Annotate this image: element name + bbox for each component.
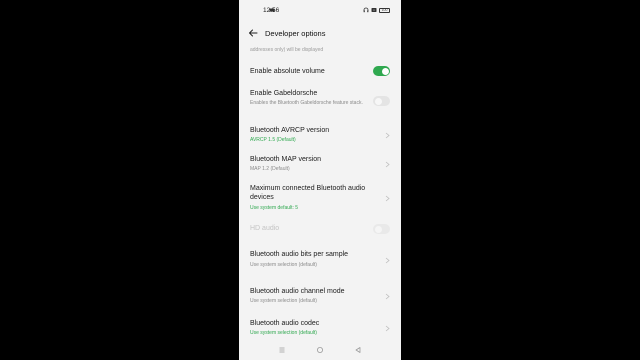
setting-subtitle: MAP 1.2 (Default) [250,166,290,172]
setting-hd-audio: HD audio [239,220,401,240]
app-bar: Developer options [239,22,401,44]
setting-title: Bluetooth MAP version [250,156,322,163]
settings-list[interactable]: ———— ———— ———— ——— ——— addresses only) w… [239,44,401,341]
setting-max-bt-audio-devices[interactable]: Maximum connected Bluetooth audio device… [239,181,401,217]
svg-text:×: × [373,8,375,12]
back-arrow-icon[interactable] [247,27,259,39]
menu-icon[interactable] [277,345,287,355]
chevron-right-icon [385,293,390,300]
setting-subtitle: AVRCP 1.5 (Default) [250,137,296,143]
hd-audio-toggle [373,224,390,234]
setting-map-version[interactable]: Bluetooth MAP version MAP 1.2 (Default) [239,152,401,178]
setting-title: HD audio [250,225,280,232]
clipped-line: addresses only) will be displayed [250,47,324,53]
chevron-right-icon [385,132,390,139]
setting-subtitle: Enables the Bluetooth Gabeldorsche featu… [250,100,363,106]
navigation-bar [239,341,401,360]
setting-subtitle: Use system default: 5 [250,205,299,211]
setting-avrcp-version[interactable]: Bluetooth AVRCP version AVRCP 1.5 (Defau… [239,122,401,150]
battery-icon: 100 [379,8,390,13]
setting-title: Enable absolute volume [250,68,325,75]
chevron-right-icon [385,325,390,332]
setting-title: Bluetooth audio channel mode [250,288,345,295]
clipped-description: ———— ———— ———— ——— ——— addresses only) w… [250,44,360,53]
back-triangle-icon[interactable] [353,345,363,355]
status-bar: 12:56 × 100 [239,0,401,22]
battery-level: 100 [381,8,388,12]
headphones-icon [363,7,369,13]
setting-enable-gabeldorsche[interactable]: Enable Gabeldorsche Enables the Bluetoot… [239,86,401,118]
chevron-right-icon [385,257,390,264]
page-title: Developer options [265,29,326,38]
setting-bt-bits-per-sample[interactable]: Bluetooth audio bits per sample Use syst… [239,247,401,275]
setting-title: Bluetooth audio bits per sample [250,251,349,258]
setting-title: Maximum connected Bluetooth audio device… [250,185,366,201]
absolute-volume-toggle[interactable] [373,66,390,76]
setting-title: Enable Gabeldorsche [250,90,318,97]
chevron-right-icon [385,195,390,202]
notification-icon [269,8,275,12]
home-icon[interactable] [315,345,325,355]
setting-bt-channel-mode[interactable]: Bluetooth audio channel mode Use system … [239,284,401,312]
setting-enable-absolute-volume[interactable]: Enable absolute volume [239,60,401,84]
setting-bt-audio-codec[interactable]: Bluetooth audio codec Use system selecti… [239,316,401,341]
setting-subtitle: Use system selection (default) [250,262,317,268]
signal-icon: × [371,8,377,12]
gabeldorsche-toggle[interactable] [373,96,390,106]
setting-title: Bluetooth audio codec [250,320,320,327]
setting-title: Bluetooth AVRCP version [250,127,330,134]
chevron-right-icon [385,161,390,168]
setting-subtitle: Use system selection (default) [250,330,317,336]
phone-screen: 12:56 × 100 Developer options ———— ———— … [239,0,401,360]
setting-subtitle: Use system selection (default) [250,298,317,304]
